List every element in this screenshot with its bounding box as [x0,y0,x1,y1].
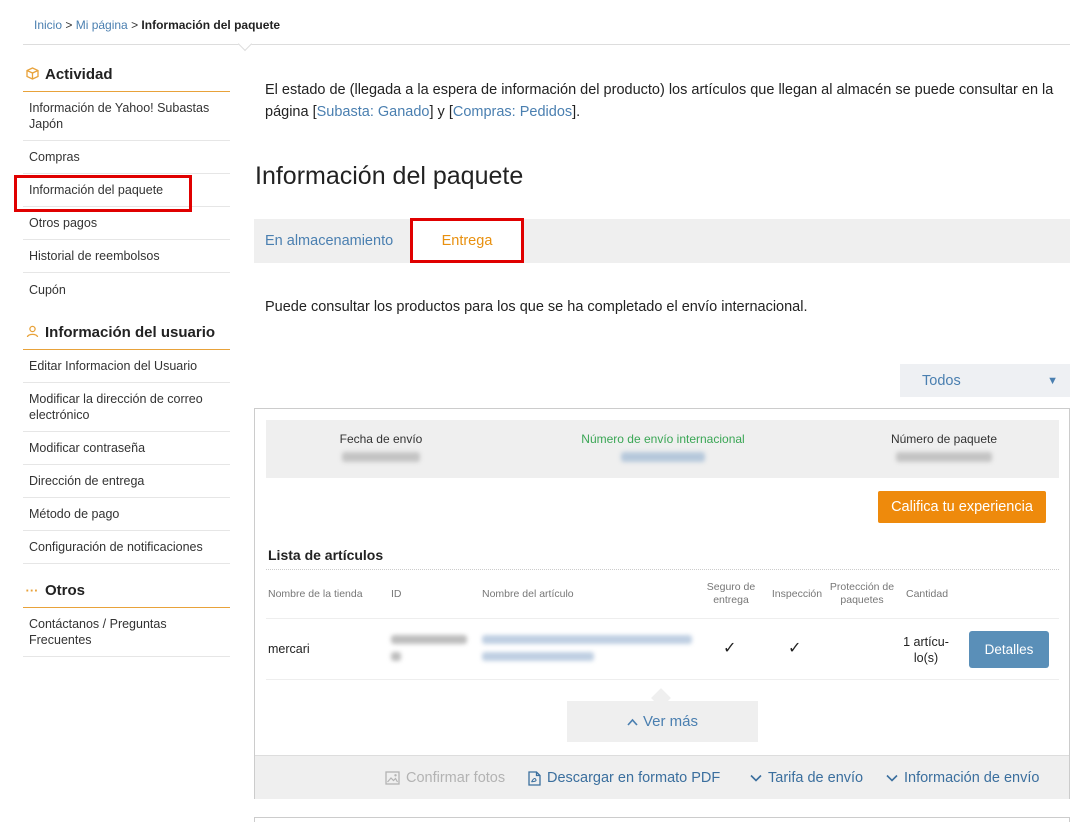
show-more-button[interactable]: Ver más [567,701,758,742]
column-header-store: Nombre de la tienda [268,588,363,600]
breadcrumb-separator: > [62,18,76,32]
tab-bar: En almacenamiento Entrega [254,219,1070,263]
row-store-name: mercari [268,642,310,656]
header-divider [23,44,1070,45]
auction-won-link[interactable]: Subasta: Ganado [317,104,430,120]
package-summary: Fecha de envío Número de envío internaci… [266,420,1059,478]
sidebar-item-notifications[interactable]: Configuración de notificaciones [23,531,230,564]
intro-text: El estado de (llegada a la espera de inf… [265,79,1065,123]
breadcrumb-separator: > [127,18,142,32]
ship-date-value-redacted [342,452,420,462]
intl-number-column: Número de envío internacional [548,432,778,465]
table-row-divider [266,679,1059,680]
sidebar-heading-label: Otros [45,582,86,599]
package-number-column: Número de paquete [829,432,1059,465]
intro-text-part: ]. [572,104,581,120]
breadcrumb-notch [237,36,253,52]
package-card: Fecha de envío Número de envío internaci… [254,408,1070,799]
dots-icon: ··· [25,583,39,598]
column-header-quantity: Cantidad [906,588,949,600]
intro-text-part: ] y [ [429,104,453,120]
box-icon [25,66,39,83]
sidebar: Actividad Información de Yahoo! Subastas… [23,62,230,671]
sidebar-heading-others: ··· Otros [23,578,230,608]
breadcrumb-current: Información del paquete [141,18,281,32]
column-header-id: ID [391,588,402,600]
sidebar-item-yahoo-auctions[interactable]: Información de Yahoo! Subastas Japón [23,92,230,141]
chevron-down-icon [750,774,762,782]
shipping-fee-toggle[interactable]: Tarifa de envío [750,756,863,800]
status-filter-select[interactable]: Todos ▼ [900,364,1070,397]
user-icon [25,325,39,341]
sidebar-heading-activity: Actividad [23,62,230,92]
row-item-name-link-redacted[interactable] [482,652,594,661]
row-id-redacted [391,635,467,644]
image-icon [385,771,400,785]
show-more-label: Ver más [642,713,699,730]
caret-down-icon: ▼ [1047,374,1058,387]
sidebar-item-delivery-address[interactable]: Dirección de entrega [23,465,230,498]
sidebar-heading-label: Información del usuario [45,324,216,341]
chevron-up-icon [627,718,638,726]
insurance-check-icon: ✓ [723,640,737,657]
highlight-box-tab [410,218,524,263]
ship-date-label: Fecha de envío [339,432,423,446]
shipping-fee-label: Tarifa de envío [768,770,864,786]
sidebar-item-refund-history[interactable]: Historial de reembolsos [23,240,230,273]
breadcrumb: Inicio > Mi página > Información del paq… [34,18,280,32]
column-header-inspection: Inspección [771,588,823,600]
sidebar-group-user: Información del usuario Editar Informaci… [23,320,230,564]
shipping-info-label: Información de envío [904,770,1040,786]
tab-description: Puede consultar los productos para los q… [265,299,808,315]
confirm-photos-label: Confirmar fotos [406,770,506,786]
row-quantity: 1 artícu-lo(s) [903,635,949,665]
package-number-label: Número de paquete [890,432,998,446]
details-button[interactable]: Detalles [969,631,1049,668]
sidebar-item-change-email[interactable]: Modificar la dirección de correo electró… [23,383,230,432]
row-id-redacted [391,652,401,661]
intl-number-label: Número de envío internacional [581,432,745,446]
confirm-photos-link[interactable]: Confirmar fotos [385,756,505,800]
inspection-check-icon: ✓ [788,640,802,657]
tab-in-storage[interactable]: En almacenamiento [265,219,393,263]
highlight-box-sidebar [14,175,192,212]
sidebar-group-others: ··· Otros Contáctanos / Preguntas Frecue… [23,578,230,657]
sidebar-item-edit-user[interactable]: Editar Informacion del Usuario [23,350,230,383]
chevron-down-icon [886,774,898,782]
page-title: Información del paquete [255,162,524,190]
package-number-value-redacted [896,452,992,462]
status-filter-value: Todos [922,372,961,389]
sidebar-item-contact[interactable]: Contáctanos / Preguntas Frecuentes [23,608,230,657]
purchase-orders-link[interactable]: Compras: Pedidos [453,104,572,120]
sidebar-item-coupon[interactable]: Cupón [23,273,230,306]
breadcrumb-home-link[interactable]: Inicio [34,18,62,32]
item-list-title: Lista de artículos [268,547,384,563]
download-pdf-label: Descargar en formato PDF [547,770,721,786]
pdf-icon [528,770,541,786]
shipping-info-toggle[interactable]: Información de envío [886,756,1039,800]
next-package-card-edge [254,817,1070,822]
breadcrumb-mypage-link[interactable]: Mi página [76,18,128,32]
rate-experience-button[interactable]: Califica tu experiencia [878,491,1046,523]
column-header-protection: Protección de paquetes [829,581,895,606]
item-list-divider [266,569,1059,570]
sidebar-heading-label: Actividad [45,66,113,83]
sidebar-item-payment-method[interactable]: Método de pago [23,498,230,531]
package-actions-bar: Confirmar fotos Descargar en formato PDF… [255,755,1069,799]
ship-date-column: Fecha de envío [266,432,496,465]
column-header-item-name: Nombre del artículo [482,588,574,600]
download-pdf-link[interactable]: Descargar en formato PDF [528,756,720,800]
intl-number-link-redacted[interactable] [621,452,705,462]
table-header-divider [266,618,1059,619]
sidebar-item-purchases[interactable]: Compras [23,141,230,174]
sidebar-heading-user: Información del usuario [23,320,230,350]
sidebar-item-change-password[interactable]: Modificar contraseña [23,432,230,465]
column-header-insurance: Seguro de entrega [706,581,756,606]
row-item-name-link-redacted[interactable] [482,635,692,644]
